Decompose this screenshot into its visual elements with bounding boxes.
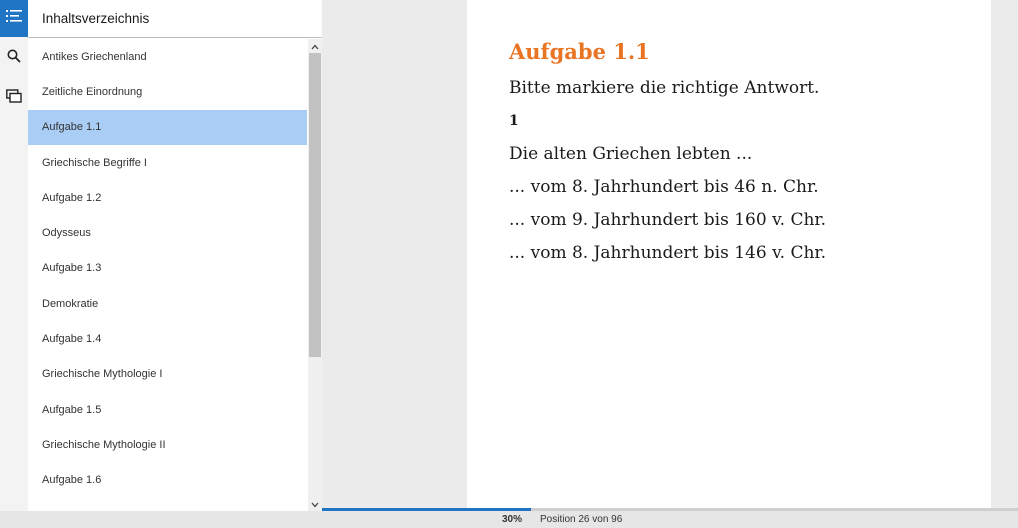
progress-percent: 30% bbox=[502, 514, 523, 525]
pages-button[interactable] bbox=[0, 80, 28, 117]
toc-panel: Inhaltsverzeichnis Antikes Griechenland … bbox=[28, 0, 323, 511]
scroll-thumb[interactable] bbox=[309, 53, 321, 357]
toc-item[interactable]: Zeitliche Einordnung bbox=[28, 74, 307, 109]
toc-item[interactable]: Griechische Begriffe I bbox=[28, 145, 307, 180]
toc-icon bbox=[6, 9, 22, 28]
question-number: 1 bbox=[509, 113, 519, 129]
pages-icon bbox=[6, 89, 22, 108]
toc-item[interactable]: Demokratie bbox=[28, 286, 307, 321]
toc-item[interactable]: Griechische Mythologie I bbox=[28, 357, 307, 392]
scroll-down-button[interactable] bbox=[308, 497, 322, 511]
instruction-text: Bitte markiere die richtige Antwort. bbox=[509, 78, 820, 98]
position-label: Position 26 von 96 bbox=[540, 514, 623, 525]
toc-item[interactable]: Aufgabe 1.5 bbox=[28, 392, 307, 427]
toc-item[interactable]: Griechische Mythologie II bbox=[28, 427, 307, 462]
answer-option[interactable]: ... vom 8. Jahrhundert bis 146 v. Chr. bbox=[509, 240, 991, 273]
book-page: Aufgabe 1.1 Bitte markiere die richtige … bbox=[467, 0, 991, 508]
toc-item[interactable]: Antikes Griechenland bbox=[28, 39, 307, 74]
search-icon bbox=[7, 49, 21, 68]
toc-item-selected[interactable]: Aufgabe 1.1 bbox=[28, 109, 307, 145]
toc-item[interactable]: Aufgabe 1.6 bbox=[28, 463, 307, 498]
toc-item[interactable]: Aufgabe 1.3 bbox=[28, 251, 307, 286]
toc-item[interactable]: Aufgabe 1.4 bbox=[28, 321, 307, 356]
toc-header: Inhaltsverzeichnis bbox=[28, 0, 322, 38]
toc-item[interactable]: Aufgabe 1.2 bbox=[28, 180, 307, 215]
answer-option[interactable]: ... vom 8. Jahrhundert bis 46 n. Chr. bbox=[509, 174, 991, 207]
search-button[interactable] bbox=[0, 40, 28, 77]
toc-scrollbar[interactable] bbox=[308, 39, 322, 511]
toc-toggle-button[interactable] bbox=[0, 0, 28, 37]
toc-list: Antikes Griechenland Zeitliche Einordnun… bbox=[28, 39, 307, 511]
question-text: Die alten Griechen lebten ... bbox=[509, 144, 753, 164]
icon-rail bbox=[0, 0, 28, 511]
scroll-up-button[interactable] bbox=[308, 39, 322, 53]
reader-area: Aufgabe 1.1 Bitte markiere die richtige … bbox=[322, 0, 1018, 508]
toc-item[interactable]: Odysseus bbox=[28, 215, 307, 250]
answer-option[interactable]: ... vom 9. Jahrhundert bis 160 v. Chr. bbox=[509, 207, 991, 240]
status-bar: 30% Position 26 von 96 bbox=[0, 511, 1018, 528]
page-title: Aufgabe 1.1 bbox=[509, 39, 650, 64]
